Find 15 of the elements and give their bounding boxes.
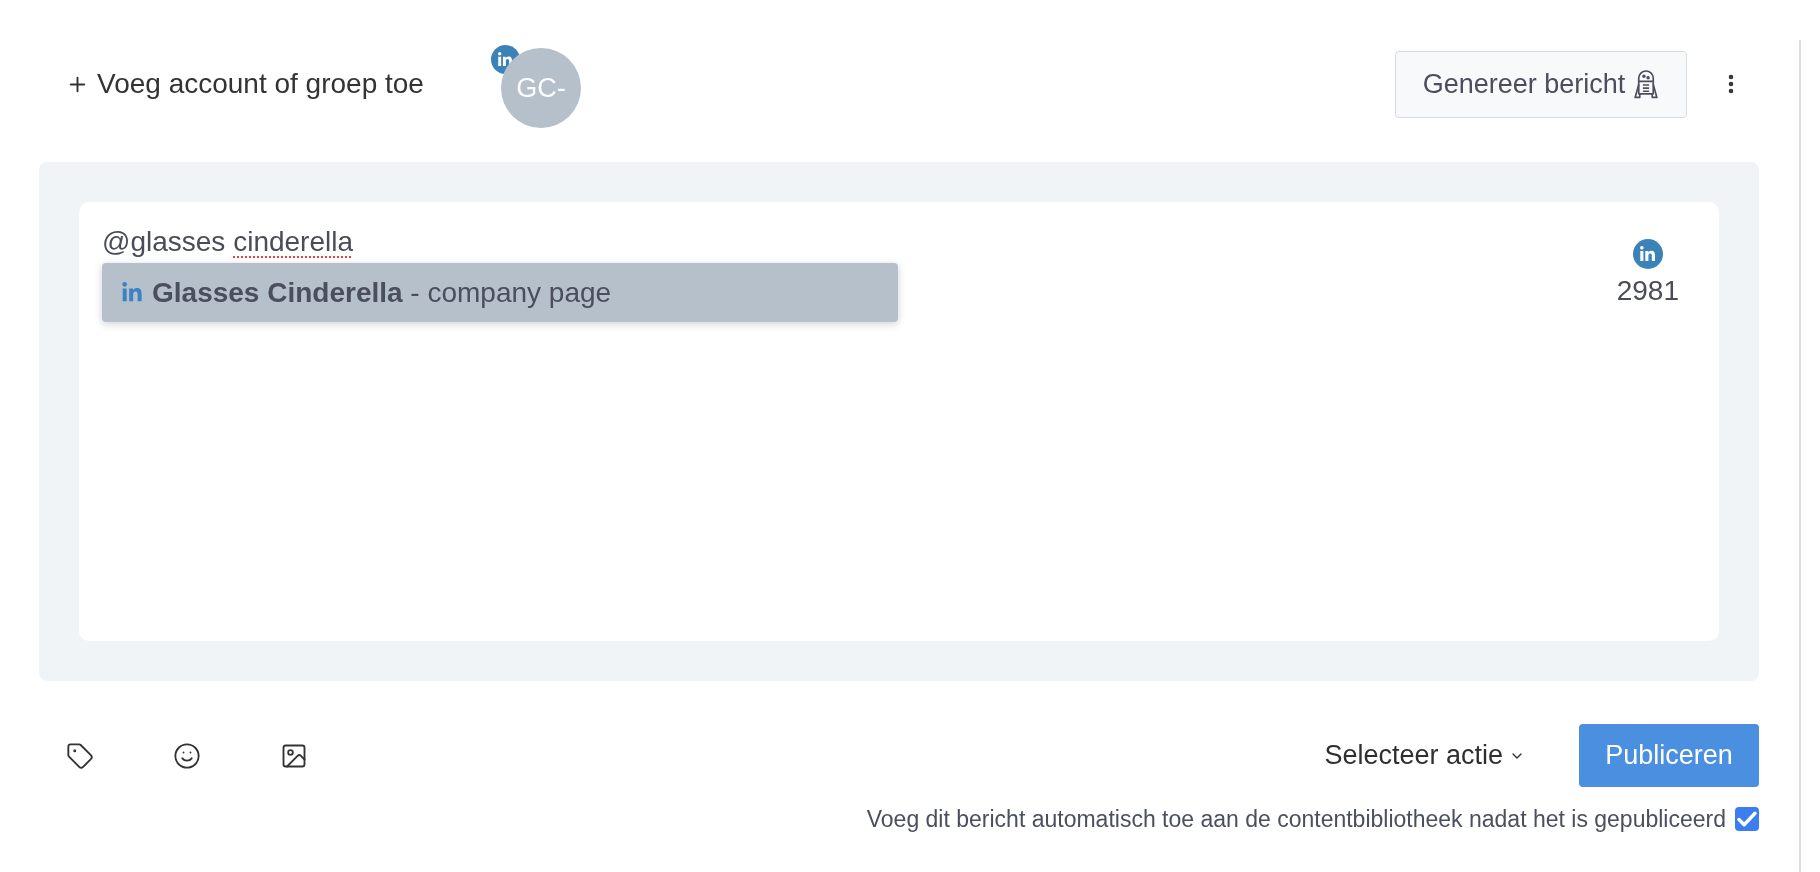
tag-icon[interactable]	[66, 741, 94, 770]
character-count: 2981	[1616, 275, 1679, 307]
add-account-button[interactable]: Voeg account of groep toe	[66, 67, 424, 101]
check-icon	[1739, 813, 1755, 825]
linkedin-icon	[121, 281, 143, 304]
auto-add-label: Voeg dit bericht automatisch toe aan de contentbibliotheek nadat het is gepubliceerd	[866, 805, 1726, 833]
mention-suggestion[interactable]: Glasses Cinderella - company page	[102, 263, 898, 322]
smiley-icon[interactable]	[173, 741, 201, 770]
action-select[interactable]: Selecteer actie	[1324, 735, 1525, 776]
message-editor[interactable]: @glasses cinderella Glasses Cinderella - company page 2981	[79, 202, 1719, 641]
generate-post-button[interactable]: Genereer bericht	[1395, 50, 1687, 118]
linkedin-icon	[1632, 239, 1663, 269]
auto-add-checkbox[interactable]	[1735, 807, 1759, 831]
robot-icon	[1633, 69, 1660, 99]
message-text: @glasses cinderella	[102, 226, 353, 258]
